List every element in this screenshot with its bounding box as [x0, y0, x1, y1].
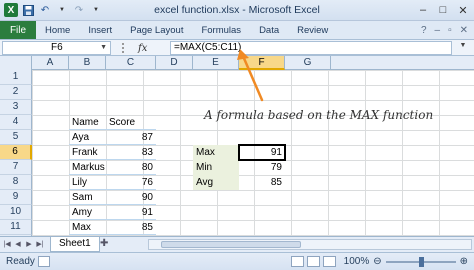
column-header-c[interactable]: C [106, 56, 156, 70]
row-header-1[interactable]: 1 [0, 70, 32, 85]
formula-input[interactable]: =MAX(C5:C11) [170, 41, 452, 55]
workbook-restore-icon[interactable]: ▫ [448, 25, 452, 36]
window-title: excel function.xlsx - Microsoft Excel [154, 4, 320, 16]
scrollbar-thumb[interactable] [161, 241, 301, 248]
minimize-icon[interactable]: – [416, 3, 430, 17]
view-buttons [291, 256, 336, 267]
summary-label-avg[interactable]: Avg [193, 175, 239, 190]
row-header-7[interactable]: 7 [0, 160, 32, 175]
column-header-b[interactable]: B [69, 56, 106, 70]
table-row-name[interactable]: Aya [69, 130, 106, 145]
table-row-score[interactable]: 83 [106, 145, 156, 160]
prev-sheet-icon[interactable]: ◀ [13, 239, 23, 251]
name-box-value: F6 [51, 42, 63, 53]
row-header-4[interactable]: 4 [0, 115, 32, 130]
sheet-bar: |◀ ◀ ▶ ▶| Sheet1 ✚ [0, 236, 474, 252]
table-header-score[interactable]: Score [106, 115, 156, 130]
close-icon[interactable]: ✕ [456, 3, 470, 17]
status-text: Ready [6, 256, 35, 267]
zoom-control: 100% ⊖ ⊕ [344, 256, 468, 267]
table-row-name[interactable]: Amy [69, 205, 106, 220]
row-header-2[interactable]: 2 [0, 85, 32, 100]
column-header-a[interactable]: A [32, 56, 69, 70]
tab-page-layout[interactable]: Page Layout [121, 21, 192, 39]
next-sheet-icon[interactable]: ▶ [24, 239, 34, 251]
tab-file[interactable]: File [0, 21, 36, 39]
summary-label-max[interactable]: Max [193, 145, 239, 160]
zoom-out-icon[interactable]: ⊖ [373, 256, 381, 267]
table-row-score[interactable]: 85 [106, 220, 156, 235]
zoom-level[interactable]: 100% [344, 256, 370, 267]
column-header-e[interactable]: E [193, 56, 239, 70]
row-header-5[interactable]: 5 [0, 130, 32, 145]
row-header-9[interactable]: 9 [0, 190, 32, 205]
cell-area[interactable]: A formula based on the MAX function Name… [32, 70, 474, 236]
row-header-10[interactable]: 10 [0, 205, 32, 220]
tab-home[interactable]: Home [36, 21, 79, 39]
zoom-slider[interactable] [385, 256, 456, 267]
page-break-view-icon[interactable] [323, 256, 336, 267]
expand-formula-bar-icon[interactable]: ▼ [456, 42, 470, 54]
insert-function-icon[interactable]: fx [138, 43, 147, 54]
worksheet-grid: A B C D E F G 1 2 3 4 5 6 7 8 9 10 11 12… [0, 56, 474, 236]
window-controls: – □ ✕ [416, 3, 470, 17]
select-all-corner[interactable] [0, 56, 32, 70]
tab-formulas[interactable]: Formulas [192, 21, 250, 39]
status-bar: Ready 100% ⊖ ⊕ [0, 252, 474, 270]
table-header-name[interactable]: Name [69, 115, 106, 130]
last-sheet-icon[interactable]: ▶| [35, 239, 45, 251]
column-header-f[interactable]: F [239, 56, 285, 70]
sheet-tab[interactable]: Sheet1 [50, 237, 100, 252]
grip-icon[interactable] [122, 43, 130, 53]
tab-insert[interactable]: Insert [79, 21, 121, 39]
chevron-down-icon[interactable]: ▼ [100, 42, 107, 54]
page-layout-view-icon[interactable] [307, 256, 320, 267]
table-row-score[interactable]: 90 [106, 190, 156, 205]
sheet-navigation: |◀ ◀ ▶ ▶| [2, 239, 45, 251]
table-row-score[interactable]: 76 [106, 175, 156, 190]
table-row-name[interactable]: Max [69, 220, 106, 235]
column-header-d[interactable]: D [156, 56, 193, 70]
summary-value-avg[interactable]: 85 [239, 175, 285, 190]
table-row-name[interactable]: Sam [69, 190, 106, 205]
tab-data[interactable]: Data [250, 21, 288, 39]
annotation-text: A formula based on the MAX function [204, 108, 434, 122]
title-bar: X ↶ ▼ ↷ ▼ excel function.xlsx - Microsof… [0, 0, 474, 21]
column-headers: A B C D E F G [0, 56, 474, 70]
formula-bar: F6 ▼ fx =MAX(C5:C11) ▼ [0, 40, 474, 56]
ribbon-right-controls: ? – ▫ ✕ [421, 21, 474, 39]
summary-value-max[interactable]: 91 [238, 144, 286, 161]
zoom-in-icon[interactable]: ⊕ [460, 256, 468, 267]
horizontal-scrollbar[interactable] [148, 239, 472, 250]
tab-review[interactable]: Review [288, 21, 337, 39]
workbook-close-icon[interactable]: ✕ [460, 25, 468, 36]
ribbon-tabs: File Home Insert Page Layout Formulas Da… [0, 21, 474, 40]
row-header-6[interactable]: 6 [0, 145, 32, 160]
summary-value-min[interactable]: 79 [239, 160, 285, 175]
row-header-11[interactable]: 11 [0, 220, 32, 235]
macro-record-icon[interactable] [38, 256, 50, 267]
new-sheet-icon[interactable]: ✚ [100, 238, 114, 250]
first-sheet-icon[interactable]: |◀ [2, 239, 12, 251]
name-box[interactable]: F6 ▼ [2, 41, 111, 55]
formula-bar-controls: fx [116, 41, 170, 55]
summary-label-min[interactable]: Min [193, 160, 239, 175]
zoom-slider-knob[interactable] [418, 256, 424, 267]
normal-view-icon[interactable] [291, 256, 304, 267]
table-row-score[interactable]: 87 [106, 130, 156, 145]
table-row-name[interactable]: Lily [69, 175, 106, 190]
row-header-3[interactable]: 3 [0, 100, 32, 115]
maximize-icon[interactable]: □ [436, 3, 450, 17]
table-row-score[interactable]: 91 [106, 205, 156, 220]
table-row-name[interactable]: Markus [69, 160, 106, 175]
table-row-name[interactable]: Frank [69, 145, 106, 160]
help-icon[interactable]: ? [421, 25, 427, 36]
row-header-8[interactable]: 8 [0, 175, 32, 190]
column-header-g[interactable]: G [285, 56, 331, 70]
ribbon-minimize-icon[interactable]: – [435, 25, 441, 36]
table-row-score[interactable]: 80 [106, 160, 156, 175]
